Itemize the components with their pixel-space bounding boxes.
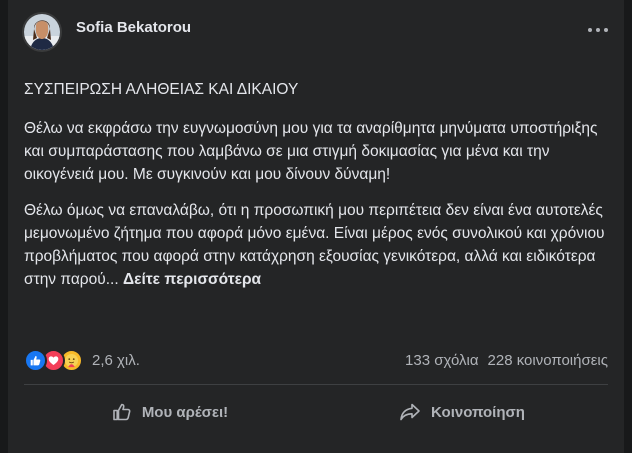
post-heading: ΣΥΣΠΕΙΡΩΣΗ ΑΛΗΘΕΙΑΣ ΚΑΙ ΔΙΚΑΙΟΥ bbox=[24, 81, 299, 98]
post-paragraph-1: Θέλω να εκφράσω την ευγνωμοσύνη μου για … bbox=[24, 120, 598, 183]
divider bbox=[24, 384, 608, 385]
dot bbox=[596, 28, 600, 32]
post-card: Sofia Bekatorou ΣΥΣΠΕΙΡΩΣΗ ΑΛΗΘΕΙΑΣ ΚΑΙ … bbox=[8, 0, 624, 453]
post-stats: 2,6 χιλ. 133 σχόλια 228 κοινοποιήσεις bbox=[24, 346, 608, 374]
more-options-icon[interactable] bbox=[588, 28, 608, 32]
share-icon bbox=[400, 403, 420, 421]
avatar-image bbox=[24, 14, 60, 50]
post-paragraph-2: Θέλω όμως να επαναλάβω, ότι η προσωπική … bbox=[24, 199, 614, 291]
post-header: Sofia Bekatorou bbox=[22, 12, 191, 52]
thumbs-up-icon bbox=[113, 403, 131, 421]
like-icon bbox=[24, 348, 47, 372]
stats-right: 133 σχόλια 228 κοινοποιήσεις bbox=[405, 352, 608, 369]
reactions-summary[interactable]: 2,6 χιλ. bbox=[24, 348, 140, 372]
like-label: Μου αρέσει! bbox=[141, 403, 229, 421]
dot bbox=[604, 28, 608, 32]
see-more-link[interactable]: Δείτε περισσότερα bbox=[123, 271, 261, 288]
like-button[interactable]: Μου αρέσει! bbox=[24, 390, 316, 434]
post-body: ΣΥΣΠΕΙΡΩΣΗ ΑΛΗΘΕΙΑΣ ΚΑΙ ΔΙΚΑΙΟΥ Θέλω να … bbox=[24, 78, 614, 304]
shares-count[interactable]: 228 κοινοποιήσεις bbox=[488, 352, 608, 369]
share-button[interactable]: Κοινοποίηση bbox=[316, 390, 608, 434]
author-name[interactable]: Sofia Bekatorou bbox=[76, 19, 191, 36]
comments-count[interactable]: 133 σχόλια bbox=[405, 352, 478, 369]
avatar[interactable] bbox=[22, 12, 62, 52]
dot bbox=[588, 28, 592, 32]
reaction-count: 2,6 χιλ. bbox=[92, 351, 140, 369]
share-label: Κοινοποίηση bbox=[431, 403, 525, 421]
post-actions: Μου αρέσει! Κοινοποίηση bbox=[24, 390, 608, 434]
post-paragraph-2-text: Θέλω όμως να επαναλάβω, ότι η προσωπική … bbox=[24, 202, 605, 288]
